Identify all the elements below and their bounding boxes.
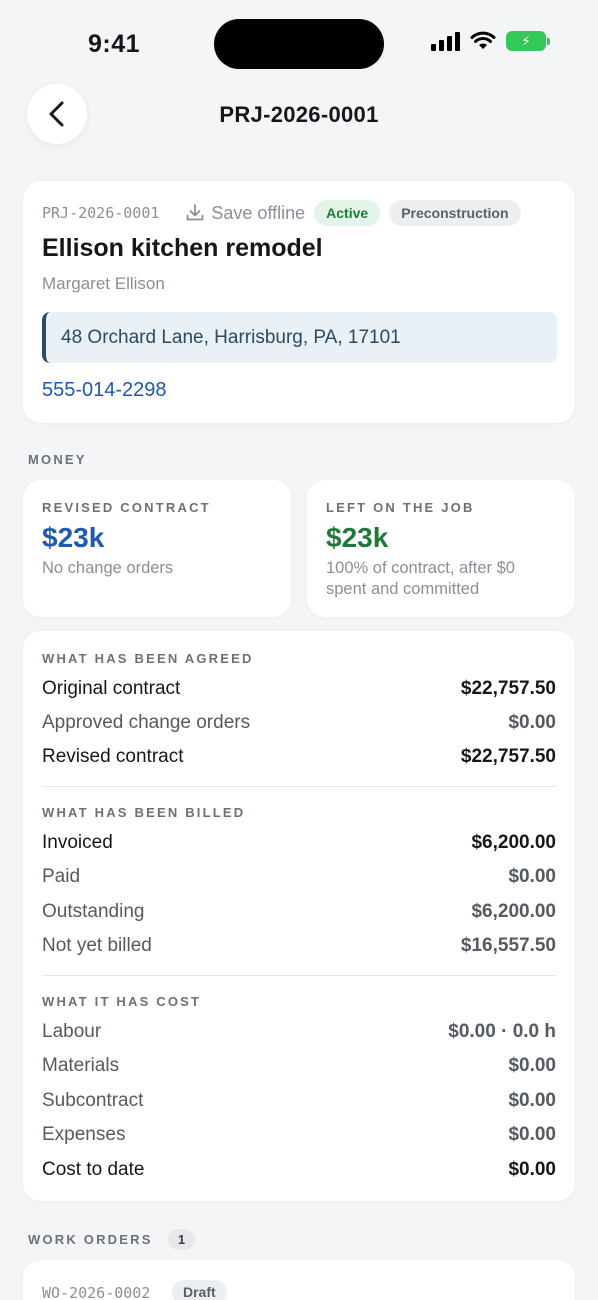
save-offline-button[interactable]: Save offline [185,203,305,224]
row-value: $0.00 [508,866,556,887]
billed-row: Paid $0.00 [42,866,556,888]
row-label: Labour [42,1021,102,1042]
cost-row: Subcontract $0.00 [42,1090,556,1112]
divider [42,786,556,787]
cost-heading: WHAT IT HAS COST [42,994,202,1009]
agreed-row: Revised contract $22,757.50 [42,746,556,768]
billed-row: Invoiced $6,200.00 [42,832,556,854]
save-offline-label: Save offline [211,202,306,223]
cost-row: Materials $0.00 [42,1055,556,1077]
revised-contract-label: REVISED CONTRACT [42,500,211,515]
row-value: $0.00 [508,1124,556,1145]
row-value: $0.00 [508,1159,556,1180]
row-value: $22,757.50 [460,678,556,699]
work-order-status-badge: Draft [172,1280,227,1300]
row-label: Cost to date [42,1159,145,1180]
status-time: 9:41 [88,30,141,58]
row-value: $0.00 [508,712,556,733]
money-section-label: MONEY [28,452,87,467]
row-label: Not yet billed [42,935,152,956]
billed-row: Outstanding $6,200.00 [42,901,556,923]
agreed-heading: WHAT HAS BEEN AGREED [42,651,254,666]
agreed-row: Approved change orders $0.00 [42,712,556,734]
row-value: $0.00 [508,1090,556,1111]
divider [42,975,556,976]
financial-breakdown-card: WHAT HAS BEEN AGREED Original contract $… [23,631,575,1201]
client-name: Margaret Ellison [42,274,165,293]
row-label: Materials [42,1055,120,1076]
left-on-job-value: $23k [326,522,389,553]
project-title: Ellison kitchen remodel [42,234,323,262]
row-label: Outstanding [42,901,145,922]
project-address[interactable]: 48 Orchard Lane, Harrisburg, PA, 17101 [42,312,557,363]
row-label: Expenses [42,1124,126,1145]
row-value: $22,757.50 [460,746,556,767]
left-on-job-subtext: 100% of contract, after $0 spent and com… [326,559,515,598]
cost-row: Cost to date $0.00 [42,1159,556,1181]
cellular-signal-icon [431,31,460,51]
work-order-card[interactable]: WO-2026-0002 Draft [23,1260,575,1300]
left-on-job-label: LEFT ON THE JOB [326,500,475,515]
row-value: $0.00 [508,1055,556,1076]
row-label: Approved change orders [42,712,251,733]
row-value: $16,557.50 [460,935,556,956]
agreed-row: Original contract $22,757.50 [42,678,556,700]
billed-row: Not yet billed $16,557.50 [42,935,556,957]
dynamic-island [214,19,384,69]
status-icons: ⚡ [431,31,550,51]
revised-contract-subtext: No change orders [42,559,174,577]
row-value: $6,200.00 [471,832,556,853]
page-title: PRJ-2026-0001 [219,102,379,127]
wifi-icon [470,31,496,49]
row-label: Subcontract [42,1090,144,1111]
work-orders-section-label: WORK ORDERS [28,1232,153,1247]
row-value: $6,200.00 [471,901,556,922]
revised-contract-value: $23k [42,522,105,553]
cost-row: Expenses $0.00 [42,1124,556,1146]
client-phone-link[interactable]: 555-014-2298 [42,379,167,402]
project-header-card: PRJ-2026-0001 Save offline Active Precon… [23,181,575,423]
work-order-code: WO-2026-0002 [42,1284,151,1300]
work-orders-count-badge: 1 [168,1229,195,1250]
project-code: PRJ-2026-0001 [42,204,160,222]
row-label: Revised contract [42,746,184,767]
left-on-job-card: LEFT ON THE JOB $23k 100% of contract, a… [307,480,575,617]
project-meta-row: PRJ-2026-0001 Save offline Active Precon… [42,200,556,226]
row-label: Original contract [42,678,181,699]
revised-contract-card: REVISED CONTRACT $23k No change orders [23,480,291,617]
row-label: Paid [42,866,81,887]
download-icon [187,204,204,221]
status-badge: Active [314,200,381,226]
battery-charging-icon: ⚡ [506,31,550,51]
phase-badge: Preconstruction [389,200,521,226]
row-label: Invoiced [42,832,113,853]
status-bar: 9:41 ⚡ [0,0,598,90]
cost-row: Labour $0.00 · 0.0 h [42,1021,556,1043]
billed-heading: WHAT HAS BEEN BILLED [42,805,246,820]
row-value: $0.00 · 0.0 h [448,1021,556,1042]
